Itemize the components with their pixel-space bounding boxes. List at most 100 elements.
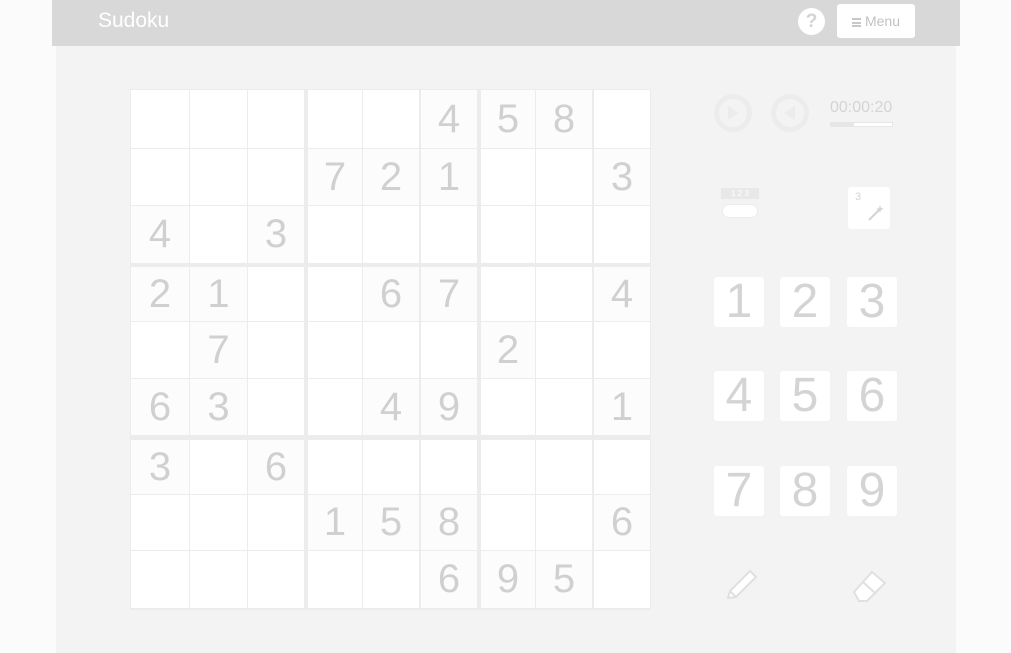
numpad-key[interactable]: 4 — [714, 371, 764, 421]
sudoku-cell[interactable]: 7 — [190, 322, 247, 378]
sudoku-cell[interactable] — [308, 90, 362, 148]
sudoku-cell[interactable]: 1 — [594, 379, 650, 435]
timer-progress-fill — [831, 123, 855, 126]
sudoku-cell[interactable] — [594, 440, 650, 494]
sudoku-cell[interactable]: 5 — [363, 495, 419, 550]
sudoku-cell[interactable] — [363, 551, 419, 608]
sudoku-cell[interactable] — [248, 267, 304, 321]
sudoku-cell[interactable] — [481, 440, 535, 494]
undo-button[interactable] — [714, 94, 752, 132]
sudoku-cell[interactable]: 6 — [131, 379, 189, 435]
sudoku-cell[interactable] — [131, 90, 189, 148]
sudoku-cell[interactable] — [421, 440, 477, 494]
sudoku-cell[interactable] — [190, 495, 247, 550]
sudoku-cell[interactable]: 3 — [131, 440, 189, 494]
sudoku-cell[interactable] — [248, 90, 304, 148]
numpad-key[interactable]: 7 — [714, 466, 764, 516]
question-circle-icon[interactable]: ? — [798, 8, 825, 35]
sudoku-cell[interactable]: 6 — [421, 551, 477, 608]
timer-display: 00:00:20 — [830, 99, 893, 116]
sudoku-cell[interactable]: 7 — [421, 267, 477, 321]
sudoku-cell[interactable] — [363, 206, 419, 263]
sudoku-cell[interactable]: 2 — [363, 149, 419, 205]
sudoku-cell[interactable] — [536, 267, 592, 321]
sudoku-cell[interactable]: 8 — [421, 495, 477, 550]
sudoku-cell[interactable]: 3 — [248, 206, 304, 263]
sudoku-cell[interactable] — [594, 551, 650, 608]
sudoku-cell[interactable] — [363, 440, 419, 494]
sudoku-cell[interactable] — [481, 206, 535, 263]
sudoku-cell[interactable]: 7 — [308, 149, 362, 205]
numpad-key[interactable]: 2 — [780, 277, 830, 327]
sudoku-cell[interactable] — [308, 206, 362, 263]
sudoku-cell[interactable]: 8 — [536, 90, 592, 148]
numpad-key[interactable]: 1 — [714, 277, 764, 327]
sudoku-cell[interactable]: 6 — [363, 267, 419, 321]
sudoku-cell[interactable] — [248, 379, 304, 435]
sudoku-cell[interactable]: 1 — [190, 267, 247, 321]
numpad-key[interactable]: 6 — [847, 371, 897, 421]
sudoku-cell[interactable]: 9 — [421, 379, 477, 435]
sudoku-cell[interactable]: 4 — [594, 267, 650, 321]
sudoku-cell[interactable] — [190, 206, 247, 263]
sudoku-cell[interactable]: 4 — [363, 379, 419, 435]
sudoku-cell[interactable] — [481, 149, 535, 205]
redo-button[interactable] — [771, 94, 809, 132]
sudoku-cell[interactable] — [481, 267, 535, 321]
sudoku-cell[interactable] — [308, 379, 362, 435]
pencil-button[interactable] — [720, 566, 762, 604]
sudoku-cell[interactable]: 9 — [481, 551, 535, 608]
sudoku-cell[interactable] — [308, 440, 362, 494]
sudoku-cell[interactable] — [131, 551, 189, 608]
auto-candidates-button[interactable]: 3 — [848, 187, 890, 229]
sudoku-cell[interactable] — [536, 322, 592, 378]
sudoku-cell[interactable]: 1 — [421, 149, 477, 205]
sudoku-cell[interactable] — [190, 149, 247, 205]
sudoku-cell[interactable] — [190, 440, 247, 494]
sudoku-cell[interactable] — [594, 322, 650, 378]
sudoku-cell[interactable]: 6 — [594, 495, 650, 550]
sudoku-cell[interactable] — [536, 495, 592, 550]
sudoku-cell[interactable] — [536, 440, 592, 494]
menu-button[interactable]: Menu — [837, 4, 915, 38]
sudoku-cell[interactable] — [308, 551, 362, 608]
numpad-key[interactable]: 9 — [847, 466, 897, 516]
numpad-key[interactable]: 8 — [780, 466, 830, 516]
sudoku-cell[interactable] — [536, 206, 592, 263]
sudoku-cell[interactable] — [190, 551, 247, 608]
sudoku-cell[interactable] — [131, 322, 189, 378]
sudoku-cell[interactable]: 4 — [131, 206, 189, 263]
sudoku-cell[interactable]: 2 — [131, 267, 189, 321]
numpad-key[interactable]: 3 — [847, 277, 897, 327]
sudoku-cell[interactable] — [363, 90, 419, 148]
sudoku-cell[interactable]: 6 — [248, 440, 304, 494]
sudoku-cell[interactable] — [536, 149, 592, 205]
sudoku-cell[interactable]: 3 — [190, 379, 247, 435]
sudoku-cell[interactable]: 5 — [536, 551, 592, 608]
eraser-button[interactable] — [848, 566, 890, 604]
numpad-key[interactable]: 5 — [780, 371, 830, 421]
sudoku-cell[interactable]: 2 — [481, 322, 535, 378]
sudoku-cell[interactable] — [536, 379, 592, 435]
sudoku-cell[interactable] — [594, 90, 650, 148]
sudoku-cell[interactable] — [131, 495, 189, 550]
sudoku-cell[interactable] — [248, 322, 304, 378]
sudoku-cell[interactable] — [190, 90, 247, 148]
sudoku-cell[interactable] — [421, 322, 477, 378]
sudoku-cell[interactable] — [308, 267, 362, 321]
number-toggle-button[interactable]: 1 2 3 — [718, 188, 762, 228]
sudoku-cell[interactable] — [248, 551, 304, 608]
sudoku-cell[interactable] — [248, 495, 304, 550]
sudoku-cell[interactable] — [131, 149, 189, 205]
sudoku-cell[interactable] — [363, 322, 419, 378]
sudoku-cell[interactable] — [481, 379, 535, 435]
sudoku-cell[interactable]: 4 — [421, 90, 477, 148]
sudoku-cell[interactable] — [421, 206, 477, 263]
sudoku-cell[interactable]: 1 — [308, 495, 362, 550]
sudoku-cell[interactable]: 5 — [481, 90, 535, 148]
sudoku-cell[interactable] — [308, 322, 362, 378]
sudoku-cell[interactable] — [481, 495, 535, 550]
sudoku-cell[interactable] — [594, 206, 650, 263]
sudoku-cell[interactable] — [248, 149, 304, 205]
sudoku-cell[interactable]: 3 — [594, 149, 650, 205]
